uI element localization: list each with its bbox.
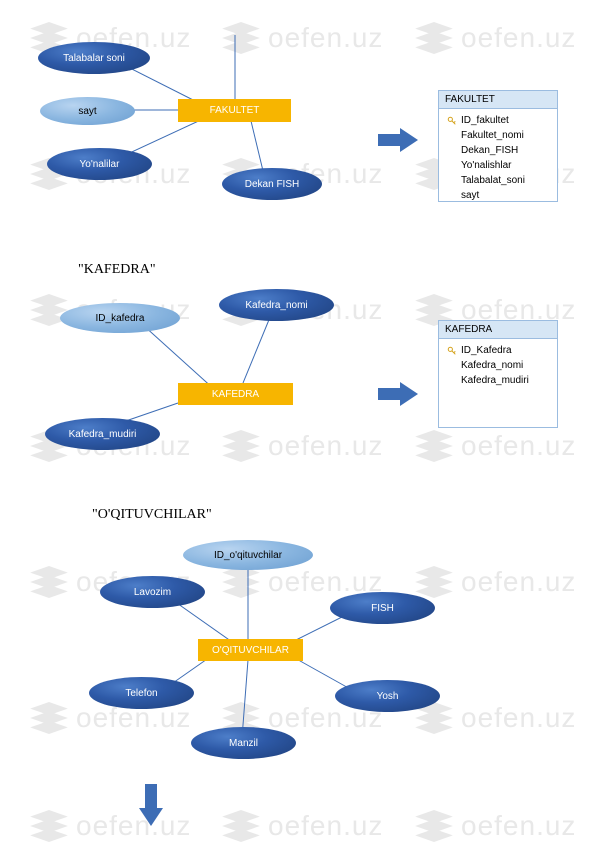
watermark-text: oefen.uz [461, 566, 576, 598]
node-label: FISH [371, 603, 394, 614]
node-kafedra-nomi: Kafedra_nomi [219, 289, 334, 321]
node-id-oqituvchilar: ID_o'qituvchilar [183, 540, 313, 570]
node-label: Yo'nalilar [80, 159, 120, 170]
node-label: Lavozim [134, 587, 171, 598]
field-label: Yo'nalishlar [461, 158, 511, 173]
node-sayt: sayt [40, 97, 135, 125]
field-label: Kafedra_nomi [461, 358, 523, 373]
key-icon [447, 346, 457, 356]
node-label: Dekan FISH [245, 179, 299, 190]
watermark-text: oefen.uz [461, 702, 576, 734]
watermark-text: oefen.uz [76, 810, 191, 842]
entity-label: O'QITUVCHILAR [212, 645, 289, 656]
node-talabalar-soni: Talabalar soni [38, 42, 150, 74]
node-id-kafedra: ID_kafedra [60, 303, 180, 333]
node-yosh: Yosh [335, 680, 440, 712]
field-label: Talabalat_soni [461, 173, 525, 188]
field-label: sayt [461, 188, 479, 203]
node-label: ID_kafedra [96, 313, 145, 324]
arrow-down-icon [139, 808, 163, 826]
field-label: Dekan_FISH [461, 143, 518, 158]
entity-label: FAKULTET [210, 105, 260, 116]
table-kafedra: KAFEDRA ID_Kafedra Kafedra_nomi Kafedra_… [438, 320, 558, 428]
table-row: Talabalat_soni [447, 173, 549, 188]
field-label: Fakultet_nomi [461, 128, 524, 143]
table-header: KAFEDRA [439, 321, 557, 339]
table-row: Yo'nalishlar [447, 158, 549, 173]
watermark-text: oefen.uz [268, 22, 383, 54]
entity-oqituvchilar: O'QITUVCHILAR [198, 639, 303, 661]
field-label: ID_fakultet [461, 113, 509, 128]
node-label: Yosh [377, 691, 399, 702]
node-label: sayt [78, 106, 96, 117]
section-title-oqituvchilar: "O'QITUVCHILAR" [92, 507, 212, 523]
table-row: Fakultet_nomi [447, 128, 549, 143]
watermark-text: oefen.uz [268, 810, 383, 842]
node-yonalilar: Yo'nalilar [47, 148, 152, 180]
table-row: Kafedra_mudiri [447, 373, 549, 388]
table-header: FAKULTET [439, 91, 557, 109]
node-label: Kafedra_nomi [245, 300, 307, 311]
node-label: Kafedra_mudiri [69, 429, 137, 440]
arrow-right-icon [400, 382, 418, 406]
table-row: Kafedra_nomi [447, 358, 549, 373]
node-kafedra-mudiri: Kafedra_mudiri [45, 418, 160, 450]
table-row: Dekan_FISH [447, 143, 549, 158]
watermark-text: oefen.uz [268, 430, 383, 462]
watermark-text: oefen.uz [461, 430, 576, 462]
table-row: ID_fakultet [447, 113, 549, 128]
field-label: Kafedra_mudiri [461, 373, 529, 388]
node-telefon: Telefon [89, 677, 194, 709]
node-label: Talabalar soni [63, 53, 125, 64]
entity-fakultet: FAKULTET [178, 99, 291, 122]
node-label: Manzil [229, 738, 258, 749]
field-label: ID_Kafedra [461, 343, 512, 358]
watermark-text: oefen.uz [461, 810, 576, 842]
table-fakultet: FAKULTET ID_fakultet Fakultet_nomi Dekan… [438, 90, 558, 202]
key-icon [447, 116, 457, 126]
node-manzil: Manzil [191, 727, 296, 759]
node-dekan-fish: Dekan FISH [222, 168, 322, 200]
watermark-text: oefen.uz [461, 22, 576, 54]
section-title-kafedra: "KAFEDRA" [78, 262, 156, 278]
node-label: Telefon [125, 688, 157, 699]
table-row: sayt [447, 188, 549, 203]
entity-label: KAFEDRA [212, 389, 259, 400]
node-label: ID_o'qituvchilar [214, 550, 282, 561]
table-row: ID_Kafedra [447, 343, 549, 358]
arrow-right-icon [400, 128, 418, 152]
node-lavozim: Lavozim [100, 576, 205, 608]
node-fish: FISH [330, 592, 435, 624]
entity-kafedra: KAFEDRA [178, 383, 293, 405]
